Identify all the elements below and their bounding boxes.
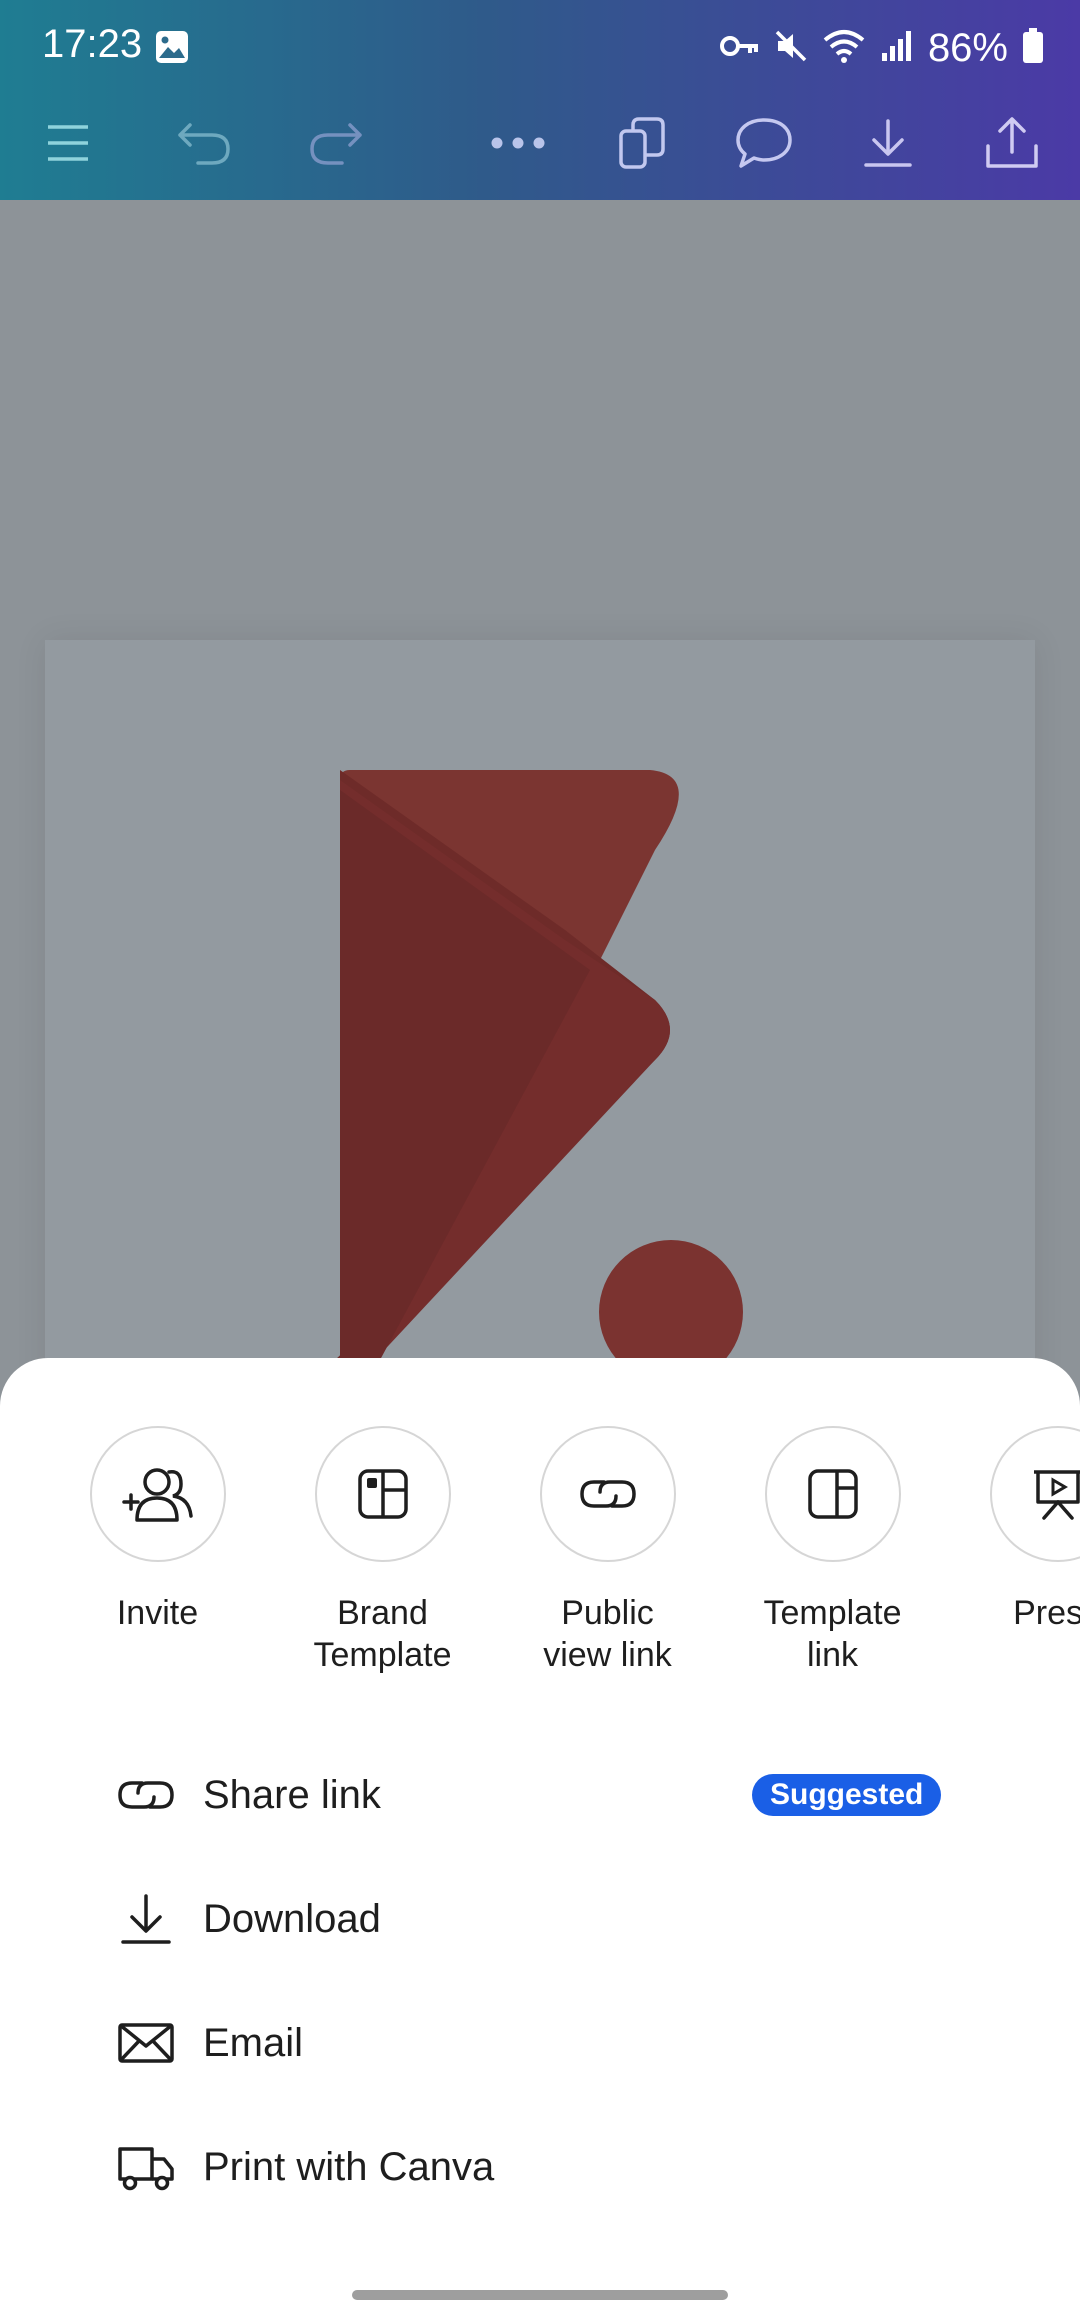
design-canvas-area <box>0 200 1080 1540</box>
share-option-public-view-link[interactable]: Public view link <box>495 1426 720 1676</box>
app-header: 17:23 86% <box>0 0 1080 200</box>
undo-icon <box>178 123 230 165</box>
redo-button[interactable] <box>296 103 376 183</box>
share-option-template-link[interactable]: Template link <box>720 1426 945 1676</box>
share-option-label: Public view link <box>543 1594 672 1674</box>
download-icon <box>121 1894 171 1944</box>
more-button[interactable] <box>478 103 558 183</box>
editor-toolbar <box>0 95 1080 200</box>
key-icon <box>719 33 760 64</box>
menu-item-label: Download <box>203 1896 381 1941</box>
menu-item-email[interactable]: Email <box>0 1981 1080 2105</box>
download-button[interactable] <box>848 103 928 183</box>
status-time: 17:23 <box>42 22 143 66</box>
home-indicator[interactable] <box>352 2290 728 2300</box>
share-option-brand-template[interactable]: Brand Template <box>270 1426 495 1676</box>
share-icon <box>986 117 1038 168</box>
battery-percentage: 86% <box>927 25 1008 70</box>
share-menu-list: Share link Suggested Download Email Prin… <box>0 1733 1080 2229</box>
share-option-present[interactable]: Prese <box>945 1426 1080 1634</box>
status-bar: 17:23 86% <box>0 0 1080 95</box>
redo-icon <box>310 123 362 165</box>
share-option-label: Brand Template <box>313 1594 452 1674</box>
brand-template-icon <box>357 1469 408 1519</box>
template-link-icon <box>807 1469 858 1519</box>
menu-item-download[interactable]: Download <box>0 1857 1080 1981</box>
invite-icon <box>121 1468 193 1522</box>
share-option-label: Prese <box>1013 1594 1080 1632</box>
menu-item-label: Email <box>203 2020 304 2065</box>
comment-button[interactable] <box>724 103 804 183</box>
comment-icon <box>736 118 792 168</box>
share-option-label: Invite <box>116 1594 199 1632</box>
menu-item-label: Share link <box>203 1772 381 1817</box>
share-options-row: Invite Brand Template Public view link T… <box>0 1426 1080 1706</box>
present-icon <box>1033 1470 1080 1520</box>
link-icon <box>579 1480 636 1508</box>
truck-icon <box>118 2147 174 2191</box>
share-button[interactable] <box>972 103 1052 183</box>
email-icon <box>118 2023 174 2063</box>
signal-icon <box>880 29 914 68</box>
link-icon <box>118 1781 174 1809</box>
share-option-invite[interactable]: Invite <box>45 1426 270 1634</box>
menu-item-label: Print with Canva <box>203 2144 495 2189</box>
battery-icon <box>1022 27 1044 69</box>
pages-button[interactable] <box>602 103 682 183</box>
share-bottom-sheet: Invite Brand Template Public view link T… <box>0 1358 1080 2316</box>
suggested-badge: Suggested <box>752 1774 942 1816</box>
menu-button[interactable] <box>28 103 108 183</box>
more-icon <box>491 137 545 149</box>
menu-icon <box>48 125 88 161</box>
undo-button[interactable] <box>164 103 244 183</box>
menu-item-share-link[interactable]: Share link Suggested <box>0 1733 1080 1857</box>
gallery-icon <box>155 30 189 69</box>
menu-item-print-with-canva[interactable]: Print with Canva <box>0 2105 1080 2229</box>
copy-icon <box>619 117 665 169</box>
share-option-label: Template link <box>763 1594 902 1674</box>
download-icon <box>864 119 912 167</box>
mute-icon <box>774 29 808 68</box>
wifi-icon <box>822 28 866 69</box>
